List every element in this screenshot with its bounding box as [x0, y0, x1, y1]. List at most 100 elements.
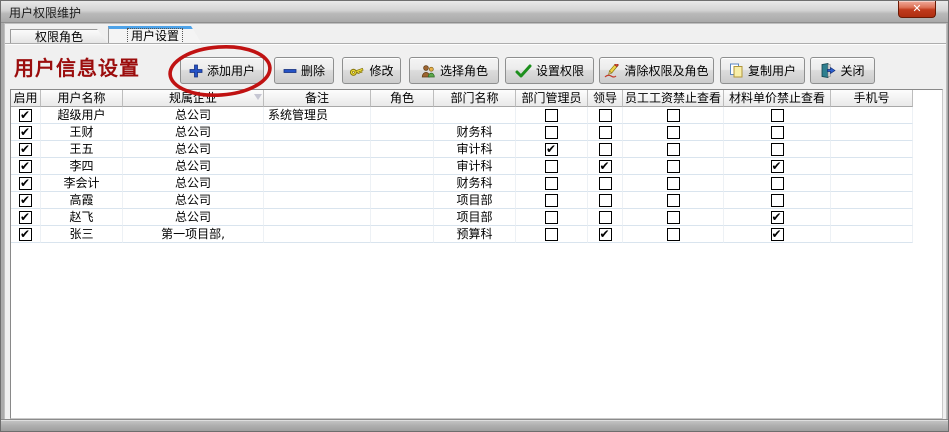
cell-dept[interactable]: 项目部: [434, 209, 516, 226]
close-window-button[interactable]: 关闭: [810, 57, 875, 84]
cell-company[interactable]: 第一项目部,: [123, 226, 264, 243]
cell-phone[interactable]: [831, 226, 913, 243]
cell-role[interactable]: [371, 192, 434, 209]
cell-dept[interactable]: [434, 107, 516, 124]
cell-name[interactable]: 张三: [41, 226, 123, 243]
column-header-material_hidden[interactable]: 材料单价禁止查看: [724, 90, 831, 107]
checkbox-dept_mgr[interactable]: [545, 126, 558, 139]
cell-company[interactable]: 总公司: [123, 158, 264, 175]
cell-company[interactable]: 总公司: [123, 141, 264, 158]
checkbox-material_hidden[interactable]: [771, 143, 784, 156]
checkbox-salary_hidden[interactable]: [667, 160, 680, 173]
checkbox-leader[interactable]: [599, 194, 612, 207]
cell-name[interactable]: 李四: [41, 158, 123, 175]
cell-dept[interactable]: 项目部: [434, 192, 516, 209]
cell-note[interactable]: [264, 141, 371, 158]
cell-name[interactable]: 王财: [41, 124, 123, 141]
modify-button[interactable]: 修改: [342, 57, 401, 84]
checkbox-material_hidden[interactable]: [771, 177, 784, 190]
cell-note[interactable]: [264, 175, 371, 192]
cell-phone[interactable]: [831, 192, 913, 209]
checkbox-dept_mgr[interactable]: [545, 143, 558, 156]
checkbox-material_hidden[interactable]: [771, 194, 784, 207]
cell-dept[interactable]: 财务科: [434, 175, 516, 192]
checkbox-dept_mgr[interactable]: [545, 211, 558, 224]
checkbox-leader[interactable]: [599, 177, 612, 190]
cell-role[interactable]: [371, 124, 434, 141]
cell-phone[interactable]: [831, 107, 913, 124]
checkbox-material_hidden[interactable]: [771, 160, 784, 173]
checkbox-leader[interactable]: [599, 143, 612, 156]
checkbox-leader[interactable]: [599, 109, 612, 122]
cell-dept[interactable]: 审计科: [434, 158, 516, 175]
cell-role[interactable]: [371, 175, 434, 192]
checkbox-material_hidden[interactable]: [771, 126, 784, 139]
cell-name[interactable]: 赵飞: [41, 209, 123, 226]
checkbox-enabled[interactable]: [19, 228, 32, 241]
checkbox-salary_hidden[interactable]: [667, 194, 680, 207]
cell-role[interactable]: [371, 209, 434, 226]
cell-dept[interactable]: 审计科: [434, 141, 516, 158]
checkbox-dept_mgr[interactable]: [545, 228, 558, 241]
column-header-salary_hidden[interactable]: 员工工资禁止查看: [623, 90, 724, 107]
checkbox-enabled[interactable]: [19, 143, 32, 156]
checkbox-salary_hidden[interactable]: [667, 126, 680, 139]
checkbox-enabled[interactable]: [19, 160, 32, 173]
cell-company[interactable]: 总公司: [123, 175, 264, 192]
close-button[interactable]: ✕: [898, 1, 936, 18]
cell-company[interactable]: 总公司: [123, 124, 264, 141]
cell-company[interactable]: 总公司: [123, 192, 264, 209]
cell-company[interactable]: 总公司: [123, 209, 264, 226]
checkbox-enabled[interactable]: [19, 109, 32, 122]
checkbox-enabled[interactable]: [19, 194, 32, 207]
cell-phone[interactable]: [831, 124, 913, 141]
checkbox-salary_hidden[interactable]: [667, 109, 680, 122]
checkbox-material_hidden[interactable]: [771, 228, 784, 241]
checkbox-enabled[interactable]: [19, 177, 32, 190]
cell-phone[interactable]: [831, 209, 913, 226]
cell-note[interactable]: [264, 192, 371, 209]
checkbox-salary_hidden[interactable]: [667, 177, 680, 190]
cell-phone[interactable]: [831, 158, 913, 175]
cell-role[interactable]: [371, 107, 434, 124]
cell-dept[interactable]: 财务科: [434, 124, 516, 141]
column-header-company[interactable]: 规属企业: [123, 90, 264, 107]
cell-note[interactable]: [264, 124, 371, 141]
checkbox-leader[interactable]: [599, 211, 612, 224]
cell-note[interactable]: [264, 158, 371, 175]
delete-button[interactable]: 删除: [274, 57, 334, 84]
checkbox-salary_hidden[interactable]: [667, 143, 680, 156]
column-header-note[interactable]: 备注: [264, 90, 371, 107]
column-header-leader[interactable]: 领导: [588, 90, 623, 107]
checkbox-salary_hidden[interactable]: [667, 211, 680, 224]
cell-note[interactable]: [264, 209, 371, 226]
column-header-name[interactable]: 用户名称: [41, 90, 123, 107]
clear-permission-role-button[interactable]: 清除权限及角色: [599, 57, 714, 84]
tab-permission-roles[interactable]: 权限角色: [10, 29, 108, 44]
column-header-enabled[interactable]: 启用: [11, 90, 41, 107]
set-permission-button[interactable]: 设置权限: [505, 57, 594, 84]
cell-name[interactable]: 高霞: [41, 192, 123, 209]
tab-user-settings[interactable]: 用户设置: [108, 26, 202, 44]
checkbox-dept_mgr[interactable]: [545, 109, 558, 122]
checkbox-enabled[interactable]: [19, 211, 32, 224]
checkbox-dept_mgr[interactable]: [545, 177, 558, 190]
checkbox-dept_mgr[interactable]: [545, 194, 558, 207]
checkbox-dept_mgr[interactable]: [545, 160, 558, 173]
checkbox-material_hidden[interactable]: [771, 211, 784, 224]
cell-name[interactable]: 超级用户: [41, 107, 123, 124]
cell-note[interactable]: [264, 226, 371, 243]
column-header-dept[interactable]: 部门名称: [434, 90, 516, 107]
cell-phone[interactable]: [831, 175, 913, 192]
cell-phone[interactable]: [831, 141, 913, 158]
cell-name[interactable]: 李会计: [41, 175, 123, 192]
cell-dept[interactable]: 预算科: [434, 226, 516, 243]
cell-role[interactable]: [371, 141, 434, 158]
cell-role[interactable]: [371, 158, 434, 175]
column-header-role[interactable]: 角色: [371, 90, 434, 107]
checkbox-salary_hidden[interactable]: [667, 228, 680, 241]
checkbox-enabled[interactable]: [19, 126, 32, 139]
cell-role[interactable]: [371, 226, 434, 243]
copy-user-button[interactable]: 复制用户: [720, 57, 805, 84]
cell-note[interactable]: 系统管理员: [264, 107, 371, 124]
